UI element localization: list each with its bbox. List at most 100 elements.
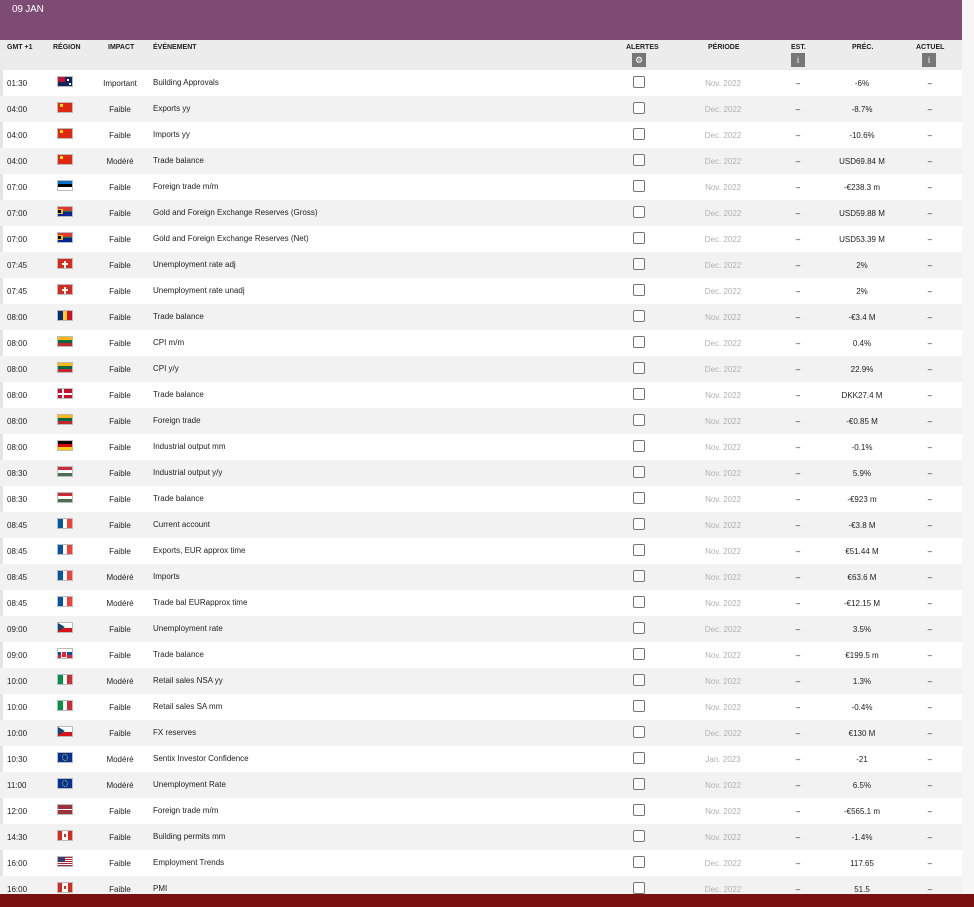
event-name-link[interactable]: Building Approvals — [153, 78, 219, 87]
table-row[interactable]: 08:00 Faible Industrial output mm Nov. 2022… — [0, 434, 962, 460]
table-row[interactable]: 10:00 Modéré Retail sales NSA yy Nov. 2022 –… — [0, 668, 962, 694]
event-name-link[interactable]: CPI y/y — [153, 364, 179, 373]
alert-checkbox[interactable] — [633, 414, 645, 426]
table-row[interactable]: 08:00 Faible CPI y/y Dec. 2022 – 22.9% – — [0, 356, 962, 382]
alert-checkbox[interactable] — [633, 778, 645, 790]
event-name-link[interactable]: Imports — [153, 572, 180, 581]
alert-checkbox[interactable] — [633, 258, 645, 270]
event-name-link[interactable]: Trade bal EURapprox time — [153, 598, 247, 607]
alert-checkbox[interactable] — [633, 622, 645, 634]
event-name-link[interactable]: Industrial output mm — [153, 442, 225, 451]
alert-checkbox[interactable] — [633, 154, 645, 166]
table-row[interactable]: 16:00 Faible Employment Trends Dec. 2022 – 11… — [0, 850, 962, 876]
event-name-link[interactable]: Trade balance — [153, 156, 204, 165]
alert-checkbox[interactable] — [633, 596, 645, 608]
table-row[interactable]: 08:45 Modéré Trade bal EURapprox time Nov. … — [0, 590, 962, 616]
alert-checkbox[interactable] — [633, 570, 645, 582]
table-row[interactable]: 07:45 Faible Unemployment rate adj Dec. 202… — [0, 252, 962, 278]
alert-checkbox[interactable] — [633, 388, 645, 400]
table-row[interactable]: 08:00 Faible Trade balance Nov. 2022 – DKK27.… — [0, 382, 962, 408]
event-name-link[interactable]: PMI — [153, 884, 167, 893]
alert-checkbox[interactable] — [633, 336, 645, 348]
table-row[interactable]: 10:00 Faible FX reserves Dec. 2022 – €130 M – — [0, 720, 962, 746]
table-row[interactable]: 10:30 Modéré Sentix Investor Confidence Jan… — [0, 746, 962, 772]
event-name-link[interactable]: FX reserves — [153, 728, 196, 737]
event-name-link[interactable]: Building permits mm — [153, 832, 225, 841]
table-row[interactable]: 09:00 Faible Trade balance Nov. 2022 – €199.5… — [0, 642, 962, 668]
table-row[interactable]: 04:00 Faible Exports yy Dec. 2022 – -8.7% – — [0, 96, 962, 122]
table-row[interactable]: 08:45 Faible Exports, EUR approx time Nov. … — [0, 538, 962, 564]
table-row[interactable]: 11:00 Modéré Unemployment Rate Nov. 2022 – 6.… — [0, 772, 962, 798]
table-row[interactable]: 07:00 Faible Foreign trade m/m Nov. 2022 – -€… — [0, 174, 962, 200]
info-icon[interactable]: i — [791, 53, 805, 67]
event-name-link[interactable]: Foreign trade — [153, 416, 201, 425]
event-name-link[interactable]: Sentix Investor Confidence — [153, 754, 249, 763]
alert-checkbox[interactable] — [633, 440, 645, 452]
table-row[interactable]: 09:00 Faible Unemployment rate Dec. 2022 – 3.… — [0, 616, 962, 642]
event-name-link[interactable]: Trade balance — [153, 650, 204, 659]
table-row[interactable]: 08:45 Modéré Imports Nov. 2022 – €63.6 M – — [0, 564, 962, 590]
alert-checkbox[interactable] — [633, 232, 645, 244]
table-row[interactable]: 08:00 Faible Trade balance Nov. 2022 – -€3.4 … — [0, 304, 962, 330]
alert-checkbox[interactable] — [633, 180, 645, 192]
table-row[interactable]: 04:00 Modéré Trade balance Dec. 2022 – USD69.… — [0, 148, 962, 174]
event-name-link[interactable]: Imports yy — [153, 130, 190, 139]
table-row[interactable]: 01:30 Important Building Approvals Nov. 202… — [0, 70, 962, 96]
event-name-link[interactable]: Trade balance — [153, 494, 204, 503]
event-name-link[interactable]: Unemployment Rate — [153, 780, 226, 789]
scrollbar-track[interactable] — [962, 0, 974, 907]
event-name-link[interactable]: Foreign trade m/m — [153, 182, 218, 191]
event-name-link[interactable]: Retail sales NSA yy — [153, 676, 223, 685]
alert-checkbox[interactable] — [633, 76, 645, 88]
alert-checkbox[interactable] — [633, 856, 645, 868]
alert-checkbox[interactable] — [633, 362, 645, 374]
table-row[interactable]: 08:00 Faible CPI m/m Dec. 2022 – 0.4% – — [0, 330, 962, 356]
table-row[interactable]: 08:30 Faible Industrial output y/y Nov. 202… — [0, 460, 962, 486]
event-name-link[interactable]: Retail sales SA mm — [153, 702, 222, 711]
table-row[interactable]: 07:45 Faible Unemployment rate unadj Dec. 2… — [0, 278, 962, 304]
table-row[interactable]: 14:30 Faible Building permits mm Nov. 2022 –… — [0, 824, 962, 850]
alert-checkbox[interactable] — [633, 284, 645, 296]
event-name-link[interactable]: Foreign trade m/m — [153, 806, 218, 815]
info-icon[interactable]: i — [922, 53, 936, 67]
alert-checkbox[interactable] — [633, 206, 645, 218]
table-row[interactable]: 07:00 Faible Gold and Foreign Exchange Res… — [0, 200, 962, 226]
alert-checkbox[interactable] — [633, 310, 645, 322]
alert-checkbox[interactable] — [633, 804, 645, 816]
event-name-link[interactable]: Gold and Foreign Exchange Reserves (Gros… — [153, 208, 318, 217]
actual-value: – — [927, 573, 933, 582]
event-name-link[interactable]: Trade balance — [153, 312, 204, 321]
alert-checkbox[interactable] — [633, 882, 645, 894]
alert-checkbox[interactable] — [633, 700, 645, 712]
event-name-link[interactable]: Current account — [153, 520, 210, 529]
event-name-link[interactable]: Industrial output y/y — [153, 468, 222, 477]
alert-checkbox[interactable] — [633, 128, 645, 140]
table-row[interactable]: 12:00 Faible Foreign trade m/m Nov. 2022 – -€… — [0, 798, 962, 824]
event-name-link[interactable]: CPI m/m — [153, 338, 184, 347]
table-row[interactable]: 10:00 Faible Retail sales SA mm Nov. 2022 – -… — [0, 694, 962, 720]
event-name-link[interactable]: Exports, EUR approx time — [153, 546, 245, 555]
alert-checkbox[interactable] — [633, 752, 645, 764]
table-row[interactable]: 07:00 Faible Gold and Foreign Exchange Res… — [0, 226, 962, 252]
alert-checkbox[interactable] — [633, 466, 645, 478]
alert-checkbox[interactable] — [633, 648, 645, 660]
alert-checkbox[interactable] — [633, 492, 645, 504]
table-row[interactable]: 08:00 Faible Foreign trade Nov. 2022 – -€0.85… — [0, 408, 962, 434]
event-name-link[interactable]: Unemployment rate — [153, 624, 223, 633]
alert-checkbox[interactable] — [633, 674, 645, 686]
table-row[interactable]: 08:30 Faible Trade balance Nov. 2022 – -€923 … — [0, 486, 962, 512]
event-name-link[interactable]: Unemployment rate unadj — [153, 286, 245, 295]
alert-checkbox[interactable] — [633, 726, 645, 738]
table-row[interactable]: 08:45 Faible Current account Nov. 2022 – -€3.… — [0, 512, 962, 538]
event-name-link[interactable]: Unemployment rate adj — [153, 260, 236, 269]
table-row[interactable]: 04:00 Faible Imports yy Dec. 2022 – -10.6% – — [0, 122, 962, 148]
alert-checkbox[interactable] — [633, 544, 645, 556]
event-name-link[interactable]: Gold and Foreign Exchange Reserves (Net) — [153, 234, 309, 243]
event-name-link[interactable]: Exports yy — [153, 104, 190, 113]
event-name-link[interactable]: Trade balance — [153, 390, 204, 399]
alert-checkbox[interactable] — [633, 102, 645, 114]
alert-checkbox[interactable] — [633, 830, 645, 842]
event-name-link[interactable]: Employment Trends — [153, 858, 224, 867]
gear-icon[interactable]: ⚙ — [632, 53, 646, 67]
alert-checkbox[interactable] — [633, 518, 645, 530]
